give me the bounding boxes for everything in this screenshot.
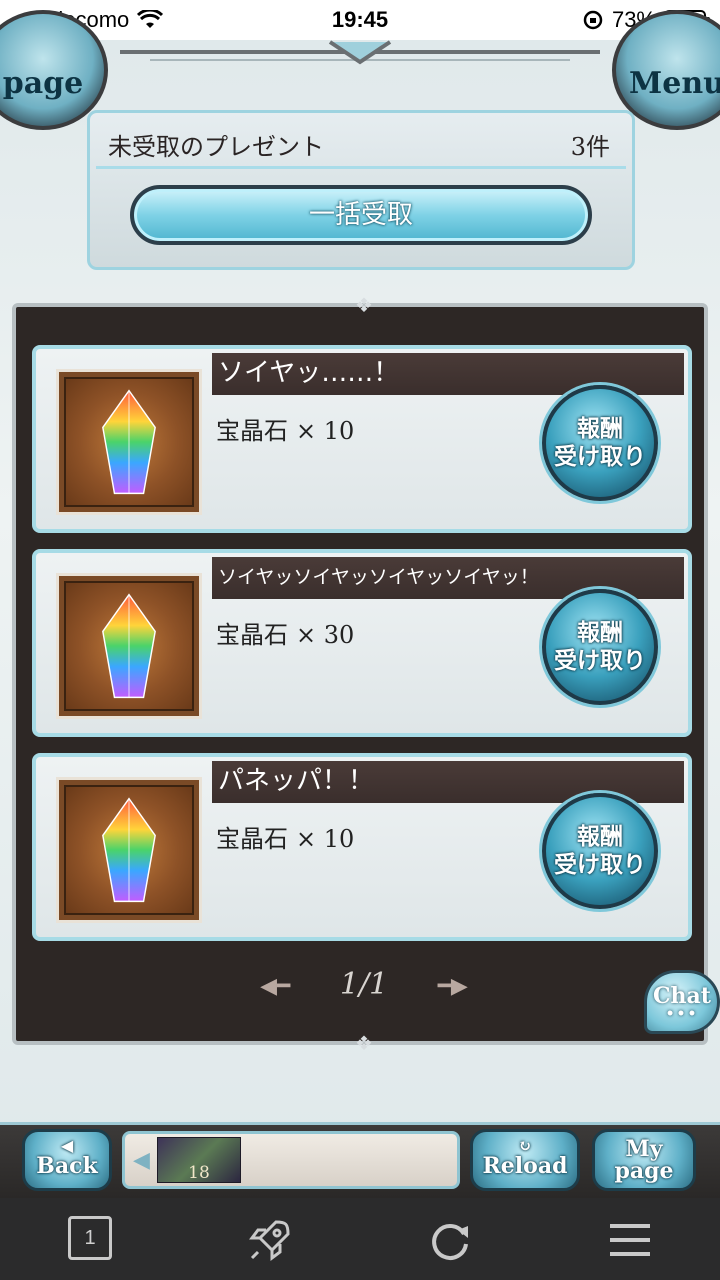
crystal-icon xyxy=(102,389,156,495)
claim-label-line2: 受け取り xyxy=(554,648,646,674)
claim-label-line2: 受け取り xyxy=(554,852,646,878)
back-arrow-icon: ◀ xyxy=(60,1136,74,1155)
mypage-disc-label: page xyxy=(2,66,84,101)
prev-page-arrow-icon[interactable]: ◀━ xyxy=(260,974,290,999)
gift-thumbnail xyxy=(56,573,202,719)
bulk-receive-button[interactable]: 一括受取 xyxy=(130,185,592,245)
present-count: 3件 xyxy=(570,133,610,161)
gift-item-line: 宝晶石 × 10 xyxy=(216,411,354,446)
claim-reward-button[interactable]: 報酬 受け取り xyxy=(542,793,658,909)
crystal-icon xyxy=(102,797,156,903)
reload-icon: ↻ xyxy=(518,1136,532,1155)
gift-thumbnail xyxy=(56,777,202,923)
bulk-receive-label: 一括受取 xyxy=(308,200,413,230)
strip-left-arrow-icon[interactable]: ◀ xyxy=(133,1148,150,1173)
gift-quantity: × 10 xyxy=(296,417,355,445)
gift-item-line: 宝晶石 × 10 xyxy=(216,819,354,854)
gift-card: パネッパ！！ 宝晶石 × 10 報酬 受け取り xyxy=(32,753,692,941)
orientation-lock-icon xyxy=(583,10,603,30)
back-label: Back xyxy=(36,1153,98,1179)
menu-disc-label: Menu xyxy=(629,66,720,101)
status-bar: docomo 19:45 73% xyxy=(0,0,720,40)
present-summary-box: 未受取のプレゼント 3件 一括受取 xyxy=(87,110,635,270)
gift-card: ソイヤッソイヤッソイヤッソイヤッ！ 宝晶石 × 30 報酬 受け取り xyxy=(32,549,692,737)
gift-item-name: 宝晶石 xyxy=(216,825,288,853)
page-indicator: 1/1 xyxy=(339,967,389,1002)
claim-label-line2: 受け取り xyxy=(554,444,646,470)
menu-icon[interactable] xyxy=(606,1216,654,1264)
tab-count-button[interactable]: 1 xyxy=(68,1216,112,1260)
next-page-arrow-icon[interactable]: ━▶ xyxy=(438,974,468,999)
browser-toolbar: 1 xyxy=(0,1198,720,1280)
tab-count-label: 1 xyxy=(84,1227,96,1249)
reload-button[interactable]: ↻ Reload xyxy=(470,1129,580,1191)
gift-item-name: 宝晶石 xyxy=(216,417,288,445)
rocket-icon[interactable] xyxy=(246,1216,294,1264)
panel-ornament-top: ❖ xyxy=(355,293,373,317)
chat-dots-icon: ••• xyxy=(665,1006,699,1022)
top-ornament: page Menu xyxy=(0,10,720,130)
panel-ornament-bottom: ❖ xyxy=(355,1031,373,1055)
present-summary-title: 未受取のプレゼント xyxy=(108,133,324,161)
chat-button[interactable]: Chat ••• xyxy=(644,970,720,1034)
quick-access-strip[interactable]: ◀ 18 xyxy=(122,1131,460,1189)
quest-thumbnail[interactable]: 18 xyxy=(157,1137,241,1183)
reload-label: Reload xyxy=(482,1153,568,1179)
gift-quantity: × 10 xyxy=(296,825,355,853)
present-summary-header: 未受取のプレゼント 3件 xyxy=(96,117,626,169)
claim-label-line1: 報酬 xyxy=(577,824,623,850)
refresh-icon[interactable] xyxy=(426,1216,474,1264)
quest-thumbnail-count: 18 xyxy=(188,1163,210,1183)
pagination: ◀━ 1/1 ━▶ xyxy=(16,967,712,1007)
game-footer: ◀ Back ◀ 18 ↻ Reload My page xyxy=(0,1122,720,1198)
back-button[interactable]: ◀ Back xyxy=(22,1129,112,1191)
claim-label-line1: 報酬 xyxy=(577,620,623,646)
gift-list-panel: ❖ ソイヤッ……！ 宝晶石 × 10 報酬 受け取り ソイヤッソイヤッソイヤッソ… xyxy=(12,293,708,1055)
gift-quantity: × 30 xyxy=(296,621,355,649)
gift-card: ソイヤッ……！ 宝晶石 × 10 報酬 受け取り xyxy=(32,345,692,533)
gift-thumbnail xyxy=(56,369,202,515)
claim-label-line1: 報酬 xyxy=(577,416,623,442)
gift-item-line: 宝晶石 × 30 xyxy=(216,615,354,650)
claim-reward-button[interactable]: 報酬 受け取り xyxy=(542,385,658,501)
gift-item-name: 宝晶石 xyxy=(216,621,288,649)
crystal-icon xyxy=(102,593,156,699)
mypage-button[interactable]: My page xyxy=(592,1129,696,1191)
claim-reward-button[interactable]: 報酬 受け取り xyxy=(542,589,658,705)
mypage-label-line2: page xyxy=(614,1158,674,1184)
